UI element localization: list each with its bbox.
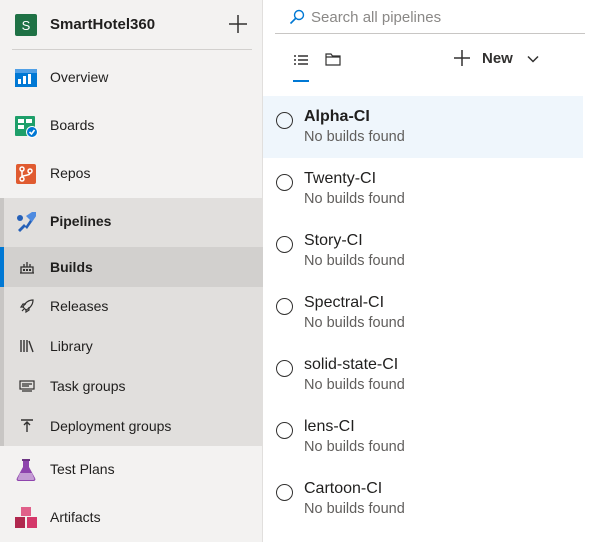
sidebar-subitem-releases[interactable]: Releases <box>0 286 263 326</box>
sidebar-item-label: Repos <box>50 165 91 181</box>
pipeline-status: No builds found <box>304 439 405 455</box>
sidebar-item-artifacts[interactable]: Artifacts <box>0 494 263 542</box>
row-select-radio[interactable] <box>276 236 293 253</box>
pipeline-row[interactable]: Story-CI No builds found <box>263 220 583 282</box>
tab-list-view[interactable] <box>293 48 311 84</box>
sidebar-subitem-library[interactable]: Library <box>0 326 263 366</box>
row-select-radio[interactable] <box>276 484 293 501</box>
sidebar-item-label: Boards <box>50 117 95 133</box>
pipelines-group: Pipelines Builds Releases Library Task g… <box>0 198 263 446</box>
pipeline-status: No builds found <box>304 191 405 207</box>
pipelines-icon <box>17 212 36 232</box>
plus-icon <box>454 50 470 66</box>
task-groups-icon <box>19 380 35 392</box>
project-header[interactable]: S SmartHotel360 <box>0 0 263 50</box>
pipeline-name[interactable]: Story-CI <box>304 232 363 250</box>
sidebar-item-overview[interactable]: Overview <box>0 54 263 102</box>
sidebar-item-label: Overview <box>50 69 109 85</box>
app-window: S SmartHotel360 Overview Boards Repos Pi… <box>0 0 590 542</box>
list-view-icon <box>294 55 308 65</box>
library-icon <box>20 340 34 353</box>
row-select-radio[interactable] <box>276 298 293 315</box>
sidebar-item-label: Test Plans <box>50 461 115 477</box>
selection-indicator <box>0 247 4 287</box>
chevron-down-icon <box>527 55 539 63</box>
active-tab-indicator <box>293 80 309 82</box>
pipeline-row[interactable]: solid-state-CI No builds found <box>263 344 583 406</box>
row-select-radio[interactable] <box>276 360 293 377</box>
project-avatar: S <box>15 14 37 36</box>
rocket-icon <box>19 299 34 314</box>
pipeline-name[interactable]: Spectral-CI <box>304 294 384 312</box>
pipeline-row[interactable]: Cartoon-CI No builds found <box>263 468 583 530</box>
overview-icon <box>15 69 37 87</box>
sidebar-item-label: Pipelines <box>50 213 112 229</box>
sidebar-subitem-label: Library <box>50 338 93 354</box>
new-button-label: New <box>482 50 513 67</box>
pipeline-name[interactable]: Twenty-CI <box>304 170 376 188</box>
test-plans-icon <box>16 459 36 481</box>
pipeline-row[interactable]: Twenty-CI No builds found <box>263 158 583 220</box>
sidebar-item-label: Artifacts <box>50 509 101 525</box>
row-select-radio[interactable] <box>276 174 293 191</box>
search-input[interactable] <box>311 4 571 30</box>
pipeline-status: No builds found <box>304 377 405 393</box>
pipeline-name[interactable]: Alpha-CI <box>304 108 370 126</box>
plus-icon[interactable] <box>228 14 248 34</box>
sidebar-item-test-plans[interactable]: Test Plans <box>0 446 263 494</box>
deployment-groups-icon <box>21 419 33 432</box>
pipeline-row[interactable]: lens-CI No builds found <box>263 406 583 468</box>
artifacts-icon <box>15 507 37 528</box>
sidebar-item-repos[interactable]: Repos <box>0 150 263 198</box>
pipeline-name[interactable]: lens-CI <box>304 418 355 436</box>
search-icon <box>289 9 305 25</box>
pipeline-status: No builds found <box>304 501 405 517</box>
sidebar-subitem-deployment-groups[interactable]: Deployment groups <box>0 406 263 446</box>
pipeline-status: No builds found <box>304 129 405 145</box>
repos-icon <box>16 164 36 184</box>
pipeline-name[interactable]: solid-state-CI <box>304 356 398 374</box>
search-box[interactable] <box>275 0 585 34</box>
sidebar-subitem-task-groups[interactable]: Task groups <box>0 366 263 406</box>
sidebar-subitem-label: Releases <box>50 298 109 314</box>
tab-folder-view[interactable] <box>325 48 343 68</box>
boards-icon <box>15 116 38 138</box>
sidebar-subitem-label: Builds <box>50 259 93 275</box>
pipeline-row[interactable]: Alpha-CI No builds found <box>263 96 583 158</box>
pipeline-name[interactable]: Cartoon-CI <box>304 480 382 498</box>
sidebar-subitem-label: Deployment groups <box>50 418 172 434</box>
pipeline-status: No builds found <box>304 253 405 269</box>
row-select-radio[interactable] <box>276 422 293 439</box>
pipeline-row[interactable]: Spectral-CI No builds found <box>263 282 583 344</box>
pipeline-status: No builds found <box>304 315 405 331</box>
main-content: New Alpha-CI No builds found Twenty-CI N… <box>263 0 590 542</box>
sidebar-item-boards[interactable]: Boards <box>0 102 263 150</box>
folder-icon <box>325 53 341 66</box>
project-name[interactable]: SmartHotel360 <box>50 16 155 33</box>
sidebar-subitem-builds[interactable]: Builds <box>0 247 263 287</box>
builds-icon <box>20 262 34 274</box>
row-select-radio[interactable] <box>276 112 293 129</box>
new-pipeline-button[interactable]: New <box>453 46 543 72</box>
sidebar-subitem-label: Task groups <box>50 378 126 394</box>
sidebar: S SmartHotel360 Overview Boards Repos Pi… <box>0 0 263 542</box>
divider <box>12 49 252 50</box>
sidebar-item-pipelines[interactable]: Pipelines <box>0 198 263 246</box>
